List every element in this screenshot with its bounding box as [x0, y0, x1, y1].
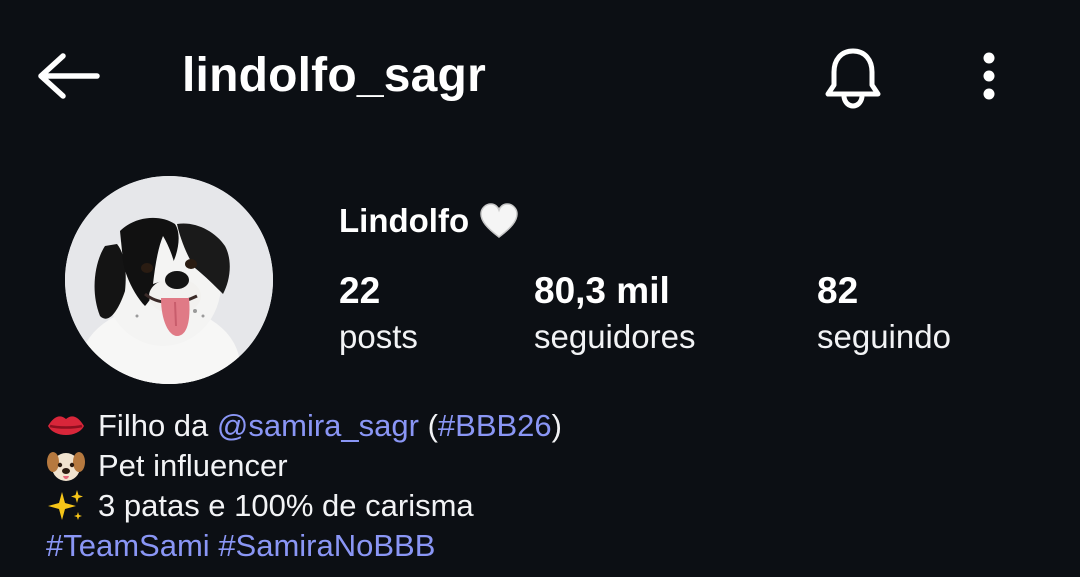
profile-avatar[interactable]: [65, 176, 273, 384]
bio-line-1-prefix: Filho da: [98, 408, 209, 443]
stat-posts-value: 22: [339, 270, 381, 311]
bio-hashtag-bbb26[interactable]: #BBB26: [438, 406, 552, 446]
bio-mention-link[interactable]: @samira_sagr: [217, 406, 419, 446]
stat-followers-value: 80,3 mil: [534, 270, 670, 311]
bio-line-2-text: Pet influencer: [98, 448, 288, 483]
profile-display-name: Lindolfo: [339, 200, 519, 242]
lips-icon: [48, 416, 84, 435]
top-app-bar: lindolfo_sagr: [0, 0, 1080, 150]
sparkles-icon: [48, 490, 83, 520]
display-name-text: Lindolfo: [339, 202, 470, 239]
stat-following-label: seguindo: [817, 318, 951, 355]
bio-open-paren: (: [427, 408, 438, 443]
stat-posts-label: posts: [339, 318, 418, 355]
dog-avatar: [65, 176, 273, 384]
more-options-button[interactable]: [962, 44, 1016, 108]
bio-close-paren: ): [551, 408, 562, 443]
stat-posts[interactable]: 22 posts: [339, 268, 418, 360]
stat-followers[interactable]: 80,3 mil seguidores: [534, 268, 695, 360]
bio-hashtag-teamsami[interactable]: #TeamSami: [46, 526, 210, 566]
back-button[interactable]: [30, 44, 106, 108]
bio-line-2: Pet influencer: [46, 446, 562, 486]
stat-following-value: 82: [817, 270, 859, 311]
bio-line-1: Filho da @samira_sagr ( #BBB26 ): [46, 406, 562, 446]
notifications-button[interactable]: [816, 40, 890, 114]
bell-icon: [825, 48, 881, 109]
arrow-left-icon: [38, 53, 100, 99]
dog-face-icon: [47, 452, 85, 481]
bio-line-3-text: 3 patas e 100% de carisma: [98, 488, 474, 523]
stat-following[interactable]: 82 seguindo: [817, 268, 951, 360]
profile-bio: Filho da @samira_sagr ( #BBB26 ) Pet inf…: [46, 406, 562, 566]
stat-followers-label: seguidores: [534, 318, 696, 355]
profile-username: lindolfo_sagr: [182, 49, 486, 102]
bio-line-4: #TeamSami #SamiraNoBBB: [46, 526, 562, 566]
bio-hashtag-samiranobbb[interactable]: #SamiraNoBBB: [218, 526, 435, 566]
white-heart-icon: [480, 203, 518, 238]
more-vertical-icon: [983, 52, 995, 100]
bio-line-3: 3 patas e 100% de carisma: [46, 486, 562, 526]
